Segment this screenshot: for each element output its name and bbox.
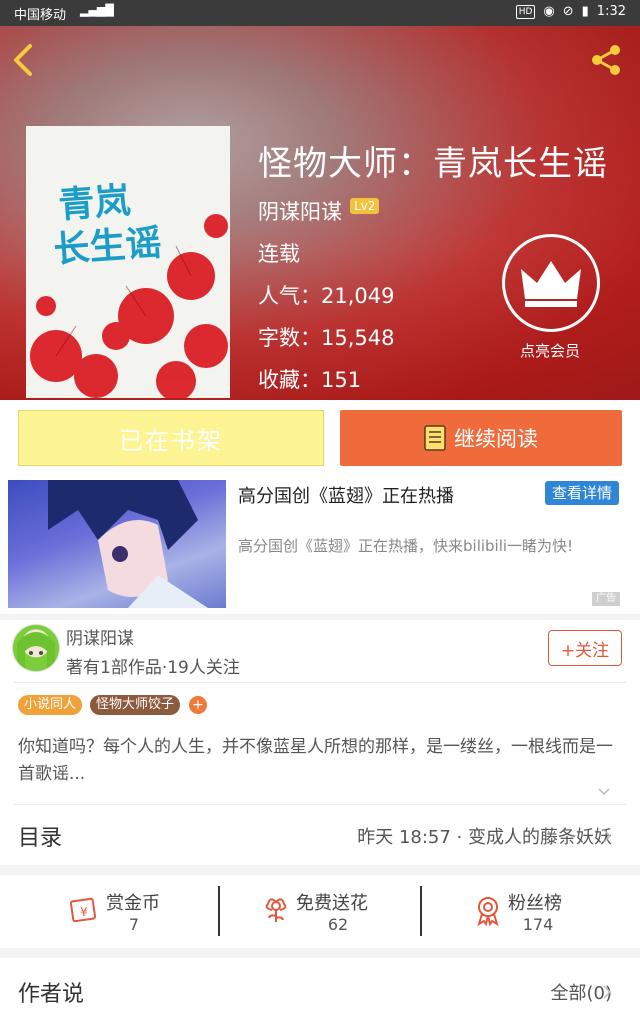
ad-image[interactable]: [8, 480, 226, 608]
book-description[interactable]: 你知道吗？每个人的人生，并不像蓝星人所想的那样，是一缕丝，一根线而是一首歌谣..…: [18, 734, 624, 788]
ad-description[interactable]: 高分国创《蓝翅》正在热播，快来bilibili一睹为快!: [238, 534, 608, 558]
reward-coins-count: 7: [128, 915, 140, 934]
book-author[interactable]: 阴谋阳谋 Lv2: [258, 196, 380, 226]
continue-reading-button[interactable]: 继续阅读: [340, 410, 622, 466]
status-bar: 中国移动 ▂▄▆█ HD ◉ ⊘ ▮ 1:32: [0, 0, 640, 26]
svg-text:¥: ¥: [80, 905, 88, 919]
add-tag-button[interactable]: +: [189, 696, 207, 714]
carrier-label: 中国移动: [14, 8, 67, 23]
follow-button[interactable]: +关注: [548, 630, 622, 666]
ad-detail-button[interactable]: 查看详情: [545, 481, 620, 505]
send-flower-label: 免费送花: [296, 893, 368, 914]
divider: [14, 682, 626, 683]
continue-reading-label: 继续阅读: [454, 427, 538, 451]
on-shelf-button[interactable]: 已在书架: [18, 410, 324, 466]
section-divider: [0, 948, 640, 958]
ad-tag: 广告: [592, 592, 620, 606]
medal-icon: [477, 897, 499, 926]
signal-icon: ▂▄▆█: [80, 4, 114, 17]
tag-novel-fanfic[interactable]: 小说同人: [18, 695, 83, 715]
level-badge: Lv2: [350, 198, 380, 214]
fan-ranking-button[interactable]: 粉丝榜 174: [472, 886, 640, 942]
divider: [420, 886, 422, 936]
vip-button[interactable]: [502, 234, 600, 332]
tag-monster-master[interactable]: 怪物大师饺子: [90, 695, 181, 715]
word-count: 字数：15,548: [258, 326, 395, 350]
author-summary: 著有1部作品·19人关注: [66, 658, 240, 678]
send-flower-button[interactable]: 免费送花 62: [258, 886, 468, 942]
popularity-count: 人气：21,049: [258, 284, 395, 308]
cover-title-line1: 青岚: [57, 179, 132, 227]
chevron-right-icon: [603, 985, 612, 999]
avatar[interactable]: [12, 624, 60, 672]
battery-icon: ▮: [581, 4, 589, 19]
fan-ranking-count: 174: [522, 915, 554, 934]
flower-icon: [265, 898, 287, 922]
hd-badge: HD: [515, 4, 536, 19]
ad-title[interactable]: 高分国创《蓝翅》正在热播: [238, 482, 454, 508]
toc-label[interactable]: 目录: [18, 820, 62, 852]
crown-icon: [521, 261, 581, 307]
back-button[interactable]: [8, 40, 40, 80]
share-icon: [592, 45, 620, 75]
serial-status: 连载: [258, 242, 300, 266]
avatar-image: [17, 632, 55, 671]
chevron-down-icon: [598, 788, 610, 796]
reward-coins-label: 赏金币: [106, 893, 160, 914]
author-name[interactable]: 阴谋阳谋: [258, 196, 342, 226]
eye-icon: ◉: [543, 4, 555, 19]
author-says-label: 作者说: [18, 982, 85, 1007]
cover-title: 青岚 长生谣: [52, 177, 163, 272]
book-title: 怪物大师：青岚长生谣: [258, 144, 608, 184]
divider: [14, 804, 626, 805]
chevron-right-icon: [603, 829, 612, 843]
toc-latest-chapter[interactable]: 昨天 18:57 · 变成人的藤条妖妖: [357, 823, 612, 849]
favorites-count: 收藏：151: [258, 368, 362, 392]
latest-chapter-text: 昨天 18:57 · 变成人的藤条妖妖: [357, 827, 612, 848]
coin-envelope-icon: ¥: [69, 897, 97, 923]
author-name[interactable]: 阴谋阳谋: [66, 624, 134, 649]
back-arrow-icon: [14, 44, 32, 76]
expand-description-button[interactable]: [596, 784, 612, 800]
send-flower-count: 62: [327, 915, 349, 934]
section-divider: [0, 865, 640, 875]
vip-label[interactable]: 点亮会员: [498, 340, 602, 361]
section-divider: [0, 614, 640, 620]
clock-label: 1:32: [596, 4, 626, 19]
cover-title-line2: 长生谣: [52, 221, 163, 271]
book-cover[interactable]: 青岚 长生谣: [26, 126, 230, 398]
on-shelf-label: 已在书架: [119, 426, 223, 455]
share-button[interactable]: [588, 42, 624, 78]
divider: [218, 886, 220, 936]
reward-coins-button[interactable]: ¥ 赏金币 7: [62, 886, 272, 942]
mute-icon: ⊘: [562, 4, 574, 19]
fan-ranking-label: 粉丝榜: [508, 893, 562, 914]
anime-character-image: [48, 480, 208, 608]
book-icon: [424, 425, 446, 451]
